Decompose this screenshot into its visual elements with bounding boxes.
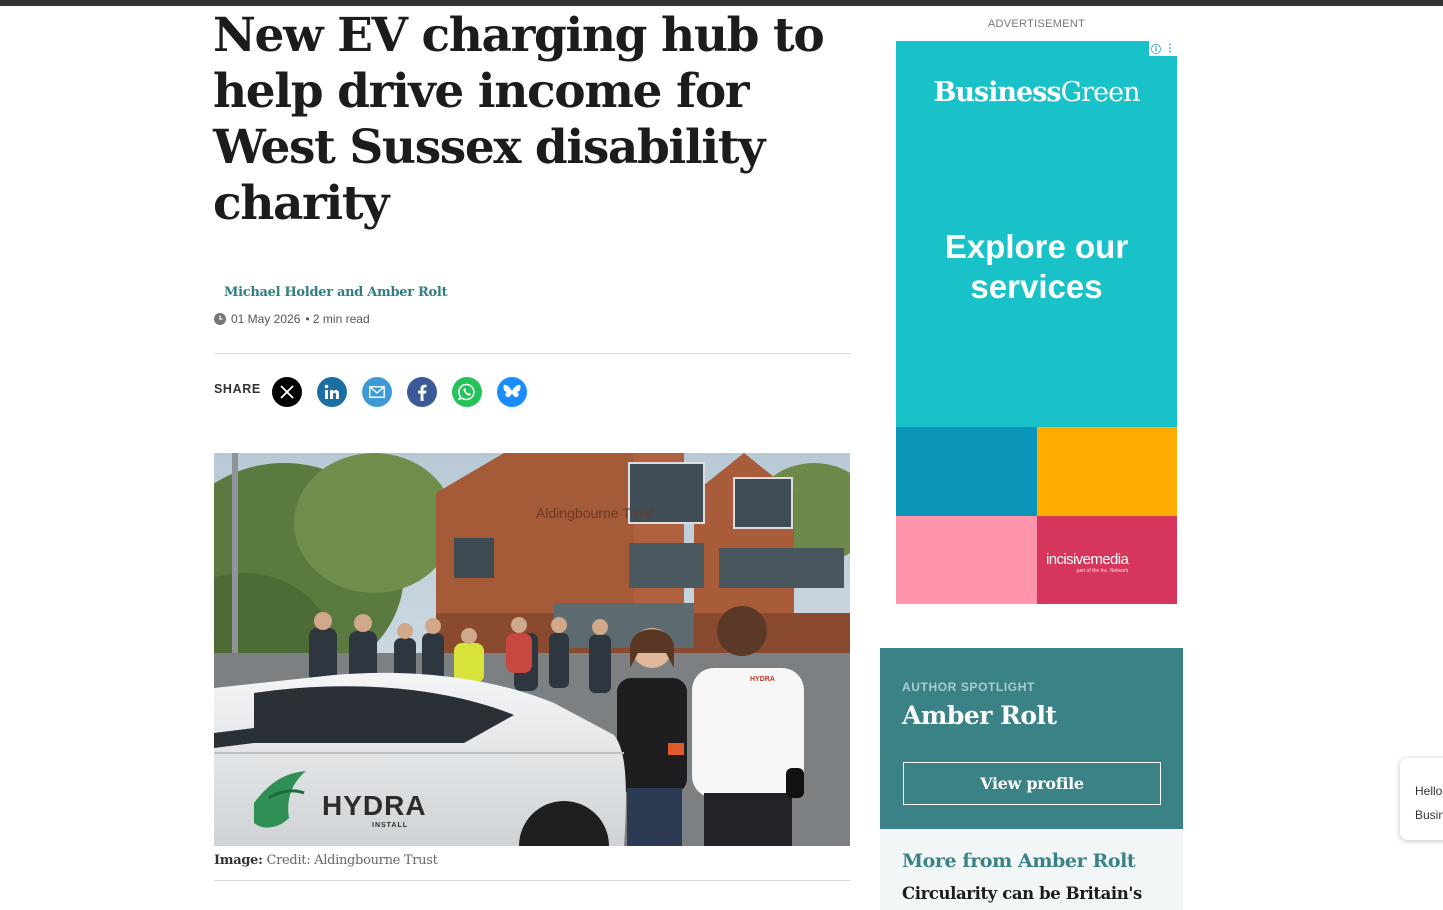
view-profile-button[interactable]: View profile — [903, 762, 1161, 805]
author-byline-link[interactable]: Michael Holder and Amber Rolt — [224, 285, 448, 300]
sponsor-logo-text: incisivemedia — [1046, 551, 1129, 568]
sponsor-tagline: part of the Inc. Network — [1076, 568, 1129, 574]
building-sign: Aldingbourne Trust — [536, 505, 654, 521]
more-options-icon[interactable]: ⋮ — [1163, 41, 1177, 56]
publish-date: 01 May 2026 — [231, 312, 301, 326]
top-bar — [0, 0, 1443, 6]
ad-brand-part1: Business — [933, 77, 1062, 108]
incisive-media-logo: incisivemedia part of the Inc. Network — [1046, 551, 1129, 574]
share-label: SHARE — [214, 382, 261, 396]
share-x-button[interactable] — [272, 377, 302, 407]
chat-subtext: Busin — [1415, 808, 1443, 822]
article-hero-image: Aldingbourne Trust HYDRA HYDRA INSTALL — [214, 453, 850, 846]
whatsapp-icon — [458, 383, 476, 401]
info-icon[interactable]: ⓘ — [1149, 41, 1163, 56]
ad-color-block — [1037, 427, 1177, 516]
shirt-logo: HYDRA — [750, 676, 775, 683]
divider — [214, 880, 851, 881]
car-logo-sub: INSTALL — [372, 822, 408, 829]
article-meta: 01 May 2026 • 2 min read — [214, 311, 370, 327]
ad-brand-part2: Green — [1060, 77, 1141, 108]
caption-label: Image: — [214, 853, 263, 868]
butterfly-icon — [503, 384, 521, 400]
share-bluesky-button[interactable] — [497, 377, 527, 407]
share-email-button[interactable] — [362, 377, 392, 407]
image-caption: Image: Credit: Aldingbourne Trust — [214, 853, 438, 868]
ad-cta-text: Explore our services — [944, 228, 1129, 305]
spotlight-label: AUTHOR SPOTLIGHT — [902, 680, 1035, 694]
advertisement-label: ADVERTISEMENT — [987, 18, 1086, 30]
car-logo: HYDRA — [322, 790, 427, 821]
ad-choices[interactable]: ⓘ ⋮ — [1149, 41, 1177, 56]
divider — [214, 353, 851, 354]
more-from-title: More from Amber Rolt — [902, 850, 1136, 872]
read-time: • 2 min read — [305, 312, 370, 326]
ad-color-block — [896, 516, 1037, 604]
article-headline: New EV charging hub to help drive income… — [213, 8, 825, 231]
related-article-link[interactable]: Circularity can be Britain's — [902, 882, 1172, 906]
more-from-author: More from Amber Rolt Circularity can be … — [880, 829, 1183, 910]
envelope-icon — [369, 386, 385, 398]
chat-widget[interactable]: Hello Busin — [1400, 758, 1443, 840]
share-linkedin-button[interactable] — [317, 377, 347, 407]
ad-brand-logo: BusinessGreen — [896, 77, 1177, 108]
author-spotlight: AUTHOR SPOTLIGHT Amber Rolt View profile — [880, 648, 1183, 829]
share-whatsapp-button[interactable] — [452, 377, 482, 407]
ad-color-block — [896, 427, 1037, 516]
clock-icon — [214, 313, 226, 325]
share-facebook-button[interactable] — [407, 377, 437, 407]
spotlight-author-name: Amber Rolt — [902, 701, 1057, 730]
linkedin-icon — [324, 384, 340, 400]
caption-text: Credit: Aldingbourne Trust — [266, 853, 438, 868]
chat-greeting: Hello — [1415, 784, 1443, 798]
facebook-icon — [417, 384, 427, 401]
x-icon — [280, 385, 294, 399]
advertisement-banner[interactable]: ⓘ ⋮ BusinessGreen Explore our services i… — [896, 41, 1177, 604]
